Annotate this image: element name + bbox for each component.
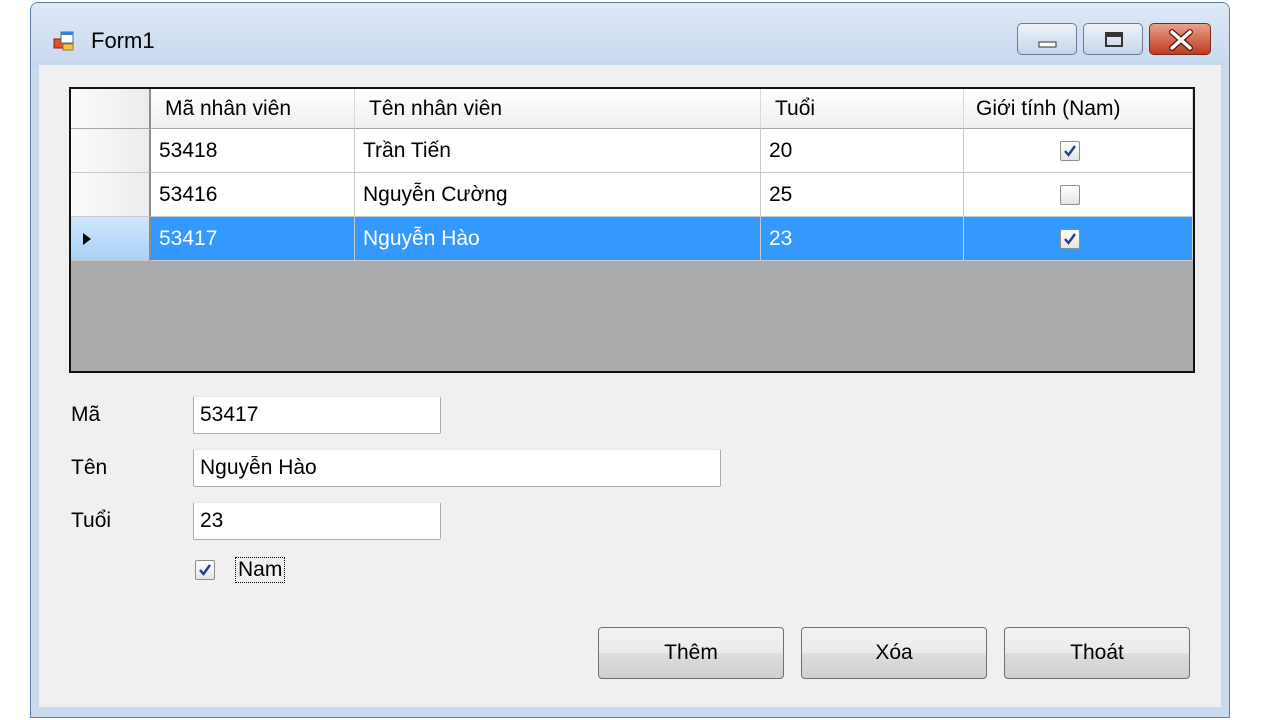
- tuoi-label: Tuổi: [71, 509, 112, 532]
- checkmark-icon: [199, 564, 211, 576]
- minimize-icon: [1038, 41, 1057, 48]
- cell-tuoi[interactable]: 25: [761, 173, 964, 217]
- main-window: Form1 Mã nhân viên Tên nhân viên Tuổi Gi…: [30, 2, 1230, 718]
- row-header-current[interactable]: [71, 217, 151, 261]
- ten-label: Tên: [71, 456, 108, 479]
- maximize-button[interactable]: [1083, 23, 1143, 55]
- row-header[interactable]: [71, 129, 151, 173]
- thoat-button[interactable]: Thoát: [1004, 627, 1190, 679]
- cell-ten[interactable]: Nguyễn Hào: [355, 217, 761, 261]
- cell-tuoi[interactable]: 20: [761, 129, 964, 173]
- maximize-icon: [1105, 32, 1123, 47]
- minimize-button[interactable]: [1017, 23, 1077, 55]
- column-header-ma[interactable]: Mã nhân viên: [151, 89, 355, 129]
- ma-input[interactable]: [193, 396, 441, 434]
- cell-ma[interactable]: 53418: [151, 129, 355, 173]
- current-row-arrow-icon: [83, 233, 91, 245]
- cell-gioitinh[interactable]: [964, 129, 1193, 173]
- employee-datagrid[interactable]: Mã nhân viên Tên nhân viên Tuổi Giới tín…: [69, 87, 1195, 373]
- checkmark-icon: [1064, 233, 1076, 245]
- cell-ten[interactable]: Trần Tiến: [355, 129, 761, 173]
- checkmark-icon: [1064, 145, 1076, 157]
- cell-ma[interactable]: 53416: [151, 173, 355, 217]
- column-header-tuoi[interactable]: Tuổi: [761, 89, 964, 129]
- close-icon: [1169, 29, 1193, 51]
- ma-label: Mã: [71, 403, 101, 426]
- cell-ten[interactable]: Nguyễn Cường: [355, 173, 761, 217]
- column-header-ten[interactable]: Tên nhân viên: [355, 89, 761, 129]
- form-client-area: Mã nhân viên Tên nhân viên Tuổi Giới tín…: [39, 65, 1221, 707]
- checkbox-gioitinh[interactable]: [1060, 229, 1080, 249]
- xoa-button[interactable]: Xóa: [801, 627, 987, 679]
- form-app-icon: [53, 31, 74, 51]
- nam-checkbox[interactable]: [195, 560, 215, 580]
- cell-ma[interactable]: 53417: [151, 217, 355, 261]
- them-button[interactable]: Thêm: [598, 627, 784, 679]
- row-header[interactable]: [71, 173, 151, 217]
- cell-gioitinh[interactable]: [964, 217, 1193, 261]
- cell-tuoi[interactable]: 23: [761, 217, 964, 261]
- tuoi-input[interactable]: [193, 502, 441, 540]
- cell-gioitinh[interactable]: [964, 173, 1193, 217]
- grid-corner-header[interactable]: [71, 89, 151, 129]
- window-title: Form1: [91, 28, 155, 53]
- ten-input[interactable]: [193, 449, 721, 487]
- column-header-gioitinh[interactable]: Giới tính (Nam): [964, 89, 1193, 129]
- checkbox-gioitinh[interactable]: [1060, 141, 1080, 161]
- checkbox-gioitinh[interactable]: [1060, 185, 1080, 205]
- title-bar[interactable]: Form1: [31, 3, 1229, 65]
- nam-checkbox-label[interactable]: Nam: [235, 557, 286, 583]
- close-button[interactable]: [1149, 23, 1211, 55]
